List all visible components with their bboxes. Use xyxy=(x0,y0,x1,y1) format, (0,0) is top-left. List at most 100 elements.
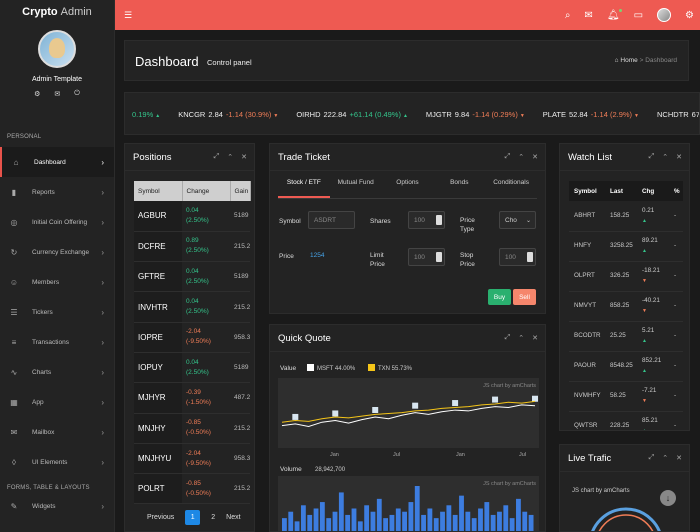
sidebar-item-app[interactable]: ▦ App › xyxy=(0,387,114,417)
tab-mutual-fund[interactable]: Mutual Fund xyxy=(330,177,382,198)
col-gain[interactable]: Gain xyxy=(230,181,251,201)
mail-icon[interactable]: ✉ xyxy=(54,90,60,98)
pager-next[interactable]: Next xyxy=(226,514,240,521)
table-row[interactable]: OLPRT 326.25 -18.21 ▼ - xyxy=(569,261,683,292)
close-icon[interactable]: ✕ xyxy=(532,334,538,342)
collapse-icon[interactable]: ⌃ xyxy=(662,153,668,161)
sidebar-item-ico[interactable]: ◎ Initial Coin Offering › xyxy=(0,207,114,237)
pager-page-1[interactable]: 1 xyxy=(185,510,201,525)
table-row[interactable]: PAOUR 8548.25 852.21 ▲ - xyxy=(569,351,683,382)
table-row[interactable]: NVMHFY 58.25 -7.21 ▼ - xyxy=(569,381,683,412)
table-row[interactable]: POLRT -0.85 (-0.50%) 215.2 xyxy=(134,473,251,505)
collapse-icon[interactable]: ⌃ xyxy=(518,153,524,161)
limit-price-stepper[interactable]: 100 xyxy=(408,248,445,266)
sidebar-item-charts[interactable]: ∿ Charts › xyxy=(0,357,114,387)
table-row[interactable]: ABHRT 158.25 0.21 ▲ - xyxy=(569,201,683,232)
sidebar-item-currency-exchange[interactable]: ↻ Currency Exchange › xyxy=(0,237,114,267)
ticker-item[interactable]: MJGTR 9.84 -1.14 (0.29%) ▼ xyxy=(426,110,534,119)
collapse-icon[interactable]: ⌃ xyxy=(662,454,668,462)
sidebar-item-reports[interactable]: ▮ Reports › xyxy=(0,177,114,207)
stop-price-stepper[interactable]: 100 xyxy=(499,248,536,266)
brand-logo[interactable]: Crypto Admin xyxy=(0,0,114,24)
profile-avatar[interactable] xyxy=(657,8,672,22)
sell-button[interactable]: Sell xyxy=(513,289,536,305)
stock-chart-svg[interactable]: Value MSFT 44.00% TXN 55.73% JS chart by… xyxy=(278,361,539,532)
expand-icon[interactable]: ⤢ xyxy=(214,153,220,161)
chat-icon[interactable]: ▭ xyxy=(634,10,643,21)
sidebar-item-widgets[interactable]: ✎ Widgets › xyxy=(0,491,114,521)
tab-options[interactable]: Options xyxy=(382,177,434,198)
event-marker[interactable] xyxy=(452,400,459,407)
menu-toggle-icon[interactable]: ☰ xyxy=(124,10,132,21)
symbol-input[interactable]: ASDRT xyxy=(308,211,355,229)
stock-chart[interactable]: Value MSFT 44.00% TXN 55.73% JS chart by… xyxy=(278,361,539,532)
settings-icon[interactable]: ⚙ xyxy=(34,90,40,98)
table-row[interactable]: HNFY 3258.25 89.21 ▲ - xyxy=(569,231,683,262)
event-marker[interactable] xyxy=(292,413,299,420)
table-row[interactable]: MJHYR -0.39 (-1.50%) 487.2 xyxy=(134,382,251,414)
search-icon[interactable]: ⌕ xyxy=(565,10,571,21)
sidebar-item-dashboard[interactable]: ⌂ Dashboard › xyxy=(0,147,114,177)
tab-bonds[interactable]: Bonds xyxy=(433,177,485,198)
event-marker[interactable] xyxy=(332,410,339,417)
table-row[interactable]: AGBUR 0.04 (2.50%) 5189 xyxy=(134,201,251,232)
expand-icon[interactable]: ⤢ xyxy=(505,153,511,161)
close-icon[interactable]: ✕ xyxy=(676,454,682,462)
sidebar-item-mailbox[interactable]: ✉ Mailbox › xyxy=(0,417,114,447)
col-change[interactable]: Change xyxy=(182,181,231,201)
tab-stock-etf[interactable]: Stock / ETF xyxy=(278,177,330,198)
table-row[interactable]: BCODTR 25.25 5.21 ▲ - xyxy=(569,321,683,352)
ticker-item[interactable]: NCHDTR677.84 xyxy=(657,110,699,119)
table-row[interactable]: IOPUY 0.04 (2.50%) 5189 xyxy=(134,352,251,384)
notification-bell-icon[interactable]: 🔔︎ xyxy=(607,8,622,21)
download-icon[interactable]: ↓ xyxy=(660,490,676,506)
expand-icon[interactable]: ⤢ xyxy=(649,153,655,161)
event-marker[interactable] xyxy=(492,396,499,403)
table-row[interactable]: GFTRE 0.04 (2.50%) 5189 xyxy=(134,261,251,293)
col-symbol[interactable]: Symbol xyxy=(134,181,183,201)
close-icon[interactable]: ✕ xyxy=(532,153,538,161)
col-last[interactable]: Last xyxy=(605,181,637,201)
table-row[interactable]: QWTSR 228.25 85.21 ▲ - xyxy=(569,411,683,430)
col-chg[interactable]: Chg xyxy=(637,181,669,201)
table-row[interactable]: MNJHYU -2.04 (-9.50%) 958.3 xyxy=(134,443,251,475)
sidebar-item-transactions[interactable]: ≡ Transactions › xyxy=(0,327,114,357)
expand-icon[interactable]: ⤢ xyxy=(505,334,511,342)
ticker-item[interactable]: KNCGR 2.84 -1.14 (30.9%) ▼ xyxy=(178,110,287,119)
event-marker[interactable] xyxy=(412,402,419,409)
legend-msft[interactable]: MSFT 44.00% xyxy=(317,366,356,372)
table-row[interactable]: DCFRE 0.89 (2.50%) 215.2 xyxy=(134,231,251,263)
ticker-item[interactable]: 0.19% ▲ xyxy=(132,110,169,119)
user-avatar[interactable] xyxy=(38,30,76,68)
sidebar-item-tickers[interactable]: ☰ Tickers › xyxy=(0,297,114,327)
price-value[interactable]: 1254 xyxy=(310,252,324,259)
table-row[interactable]: MNJHY -0.85 (-0.50%) 215.2 xyxy=(134,413,251,444)
col-symbol[interactable]: Symbol xyxy=(569,181,605,201)
buy-button[interactable]: Buy xyxy=(488,289,511,305)
table-row[interactable]: INVHTR 0.04 (2.50%) 215.2 xyxy=(134,291,251,323)
close-icon[interactable]: ✕ xyxy=(241,153,247,161)
tab-conditionals[interactable]: Conditionals xyxy=(485,177,537,198)
settings-icon[interactable]: ⚙ xyxy=(685,10,694,21)
shares-stepper[interactable]: 100 xyxy=(408,211,445,229)
sidebar-item-members[interactable]: ☺ Members › xyxy=(0,267,114,297)
pager-prev[interactable]: Previous xyxy=(147,514,174,521)
ticker-item[interactable]: OIRHD 222.84 +61.14 (0.49%) ▲ xyxy=(296,110,417,119)
sidebar-item-ui-elements[interactable]: ◊ UI Elements › xyxy=(0,447,114,477)
collapse-icon[interactable]: ⌃ xyxy=(227,153,233,161)
ticker-item[interactable]: PLATE 52.84 -1.14 (2.9%) ▼ xyxy=(543,110,648,119)
price-type-select[interactable]: Cho ⌄ xyxy=(499,211,536,229)
event-marker[interactable] xyxy=(372,407,379,413)
table-row[interactable]: NMVYT 858.25 -40.21 ▼ - xyxy=(569,291,683,322)
pager-page-2[interactable]: 2 xyxy=(211,514,215,521)
table-row[interactable]: IOPRE -2.04 (-9.50%) 958.3 xyxy=(134,322,251,353)
close-icon[interactable]: ✕ xyxy=(676,153,682,161)
event-marker[interactable] xyxy=(532,395,538,402)
collapse-icon[interactable]: ⌃ xyxy=(518,334,524,342)
stepper-arrows-icon[interactable] xyxy=(436,252,442,262)
legend-txn[interactable]: TXN 55.73% xyxy=(378,366,413,372)
power-icon[interactable]: ⏻ xyxy=(74,90,80,98)
col-pct[interactable]: % xyxy=(669,181,683,201)
stepper-arrows-icon[interactable] xyxy=(527,252,533,262)
mail-icon[interactable]: ✉ xyxy=(584,10,592,21)
